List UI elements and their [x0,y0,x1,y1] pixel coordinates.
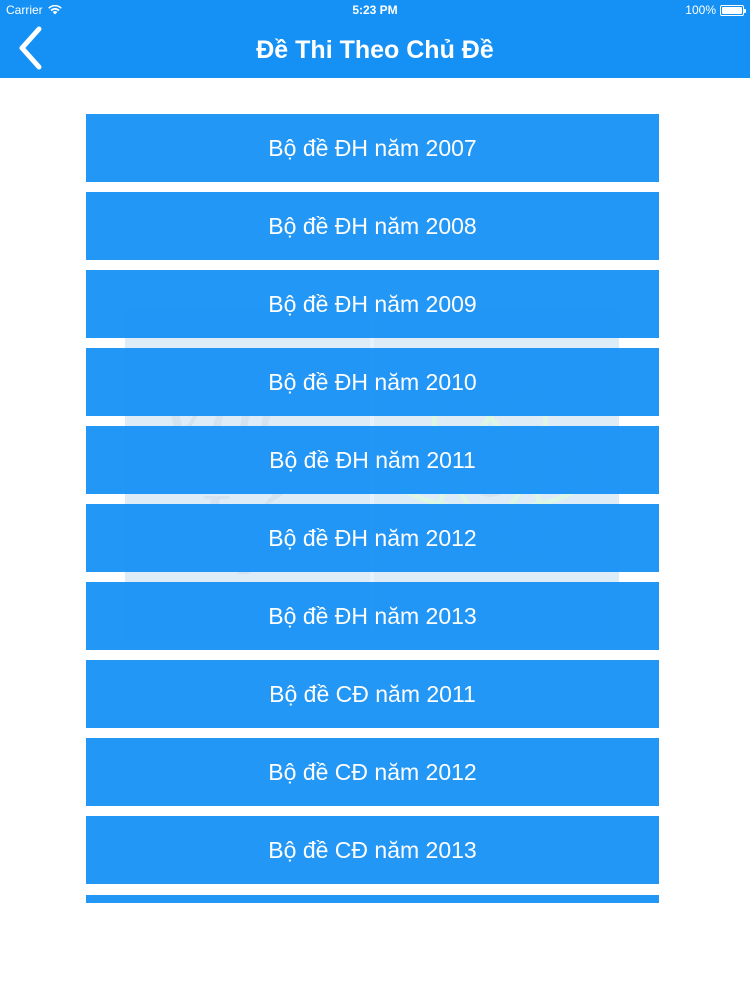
exam-set-button[interactable]: Bộ đề ĐH năm 2008 [86,192,659,260]
navigation-bar: Carrier 5:23 PM 100% Đề Thi Theo Chủ Đề [0,0,750,78]
exam-set-button[interactable]: Bộ đề CĐ năm 2012 [86,738,659,806]
exam-set-label: Bộ đề ĐH năm 2010 [268,368,477,395]
exam-set-label: Bộ đề CĐ năm 2012 [268,758,477,785]
exam-set-label: Bộ đề CĐ năm 2013 [268,836,477,863]
exam-set-label: Bộ đề ĐH năm 2008 [268,212,477,239]
exam-set-button[interactable]: Bộ đề ĐH năm 2010 [86,348,659,416]
exam-set-label: Bộ đề ĐH năm 2011 [269,446,476,473]
exam-set-button[interactable]: Bộ đề ĐH năm 2012 [86,504,659,572]
exam-list-container[interactable]: Vật Lý Bộ đề ĐH năm 2007Bộ đề ĐH năm 200… [0,78,750,1000]
exam-set-button[interactable]: Bộ đề CĐ năm 2013 [86,816,659,884]
exam-list: Bộ đề ĐH năm 2007 Bộ đề ĐH năm 2008 Bộ đề … [86,114,659,894]
exam-set-label: Bộ đề ĐH năm 2009 [268,290,477,317]
page-title: Đề Thi Theo Chủ Đề [256,36,494,64]
exam-set-button[interactable]: Bộ đề ĐH năm 2009 [86,270,659,338]
list-item-partial[interactable] [86,895,659,903]
status-bar: Carrier 5:23 PM 100% [0,0,750,20]
exam-set-label: Bộ đề ĐH năm 2013 [268,602,477,629]
exam-set-button[interactable]: Bộ đề ĐH năm 2007 [86,114,659,182]
exam-set-button[interactable]: Bộ đề CĐ năm 2011 [86,660,659,728]
exam-set-label: Bộ đề ĐH năm 2007 [268,134,477,161]
exam-set-button[interactable]: Bộ đề ĐH năm 2011 [86,426,659,494]
clock: 5:23 PM [352,3,398,17]
battery-icon [720,4,746,16]
exam-set-label: Bộ đề CĐ năm 2011 [269,680,476,707]
battery-percent: 100% [685,3,716,17]
exam-set-button[interactable]: Bộ đề ĐH năm 2013 [86,582,659,650]
exam-set-label: Bộ đề ĐH năm 2012 [268,524,477,551]
battery-level [722,6,742,14]
battery-indicator: 100% [685,3,746,17]
